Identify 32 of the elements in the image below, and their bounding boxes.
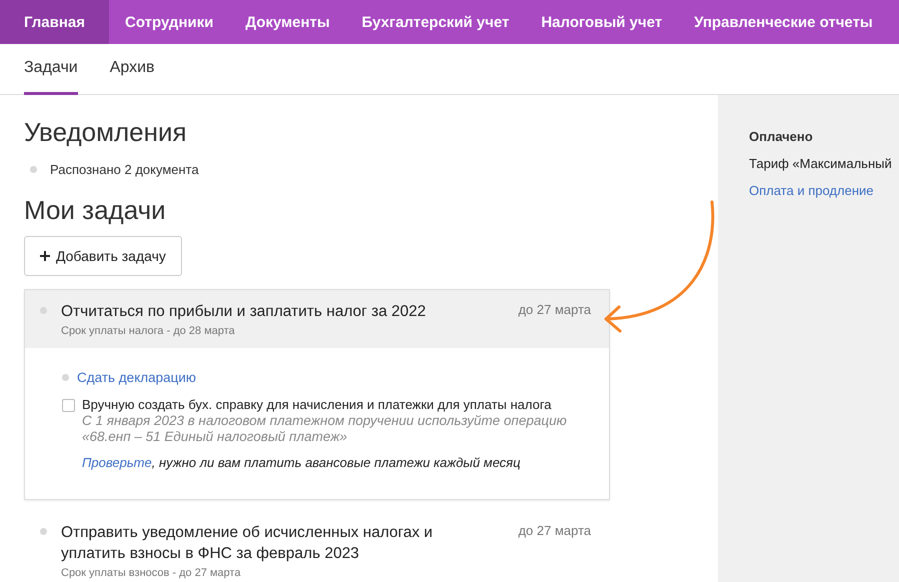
nav-tab[interactable]: Документы xyxy=(229,0,346,44)
task-title[interactable]: Отчитаться по прибыли и заплатить налог за 2022 xyxy=(61,301,498,322)
tasks-heading: Мои задачи xyxy=(24,195,167,226)
sub-tab[interactable]: Архив xyxy=(110,44,155,95)
nav-tab[interactable]: Управленческие отчеты xyxy=(678,0,889,44)
bullet-icon xyxy=(40,307,47,314)
sub-tab[interactable]: Задачи xyxy=(24,44,78,95)
hint-text: Проверьте, нужно ли вам платить авансовые платежи каждый месяц xyxy=(82,455,522,471)
checkbox[interactable] xyxy=(62,399,75,412)
nav-tab[interactable]: Бухгалтерский учет xyxy=(346,0,526,44)
task-title[interactable]: Отправить уведомление об исчисленных налогах и уплатить взносы в ФНС за февраль 2023 xyxy=(61,522,498,564)
subtask-label: Вручную создать бух. справку для начисления и платежки для уплаты налога xyxy=(82,397,552,413)
bullet-icon xyxy=(62,374,69,381)
note-text: С 1 января 2023 в налоговом платежном поручении используйте операцию «68.енп – 51 Единый налоговый платеж» xyxy=(82,413,568,445)
declaration-link[interactable]: Сдать декларацию xyxy=(77,370,196,385)
task-deadline: Срок уплаты налога - до 28 марта xyxy=(61,325,236,337)
bullet-icon xyxy=(40,528,47,535)
plus-icon xyxy=(40,251,50,261)
payment-link[interactable]: Оплата и продление xyxy=(749,183,874,198)
tariff-name: Тариф «Максимальный xyxy=(749,156,893,171)
bullet-icon xyxy=(30,166,37,173)
nav-tab[interactable]: Налоговый учет xyxy=(525,0,678,44)
nav-tab[interactable]: Сотрудники xyxy=(109,0,230,44)
task-deadline: Срок уплаты взносов - до 27 марта xyxy=(61,567,242,579)
check-link[interactable]: Проверьте xyxy=(82,455,152,470)
add-task-button[interactable]: Добавить задачу xyxy=(24,236,182,276)
task-due-date: до 27 марта xyxy=(518,523,591,538)
notifications-heading: Уведомления xyxy=(24,117,188,148)
payment-status: Оплачено xyxy=(749,129,814,144)
task-due-date: до 27 марта xyxy=(518,302,591,317)
notification-text: Распознано 2 документа xyxy=(50,162,199,177)
nav-tab[interactable]: Главная xyxy=(0,0,110,44)
